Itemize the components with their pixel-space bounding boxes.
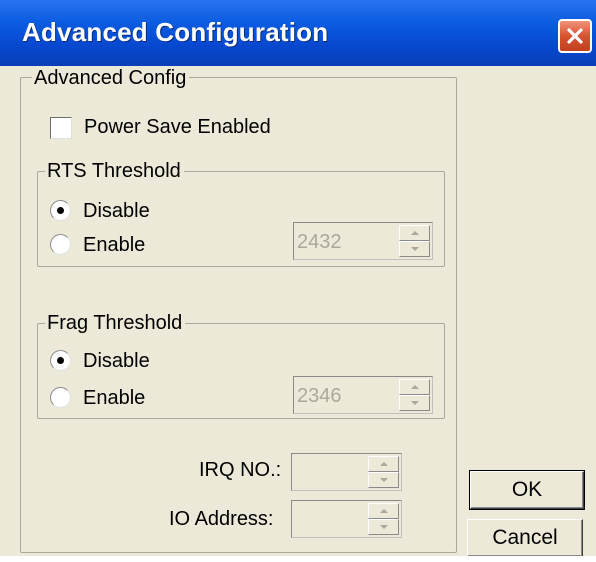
power-save-checkbox[interactable] <box>50 117 72 139</box>
arrow-down-icon <box>410 247 419 251</box>
rts-enable-radio[interactable] <box>50 234 71 255</box>
window-title: Advanced Configuration <box>22 17 329 47</box>
irq-label: IRQ NO.: <box>199 459 282 481</box>
radio-selected-dot <box>57 207 64 214</box>
advanced-config-group-label: Advanced Config <box>32 66 190 90</box>
irq-spin-up-button[interactable] <box>368 456 399 472</box>
rts-threshold-value-field[interactable]: 2432 <box>293 222 433 260</box>
arrow-down-icon <box>379 478 388 482</box>
rts-spin-down-button[interactable] <box>399 241 430 257</box>
dialog-client-area: Advanced Config Power Save Enabled RTS T… <box>0 66 596 556</box>
arrow-up-icon <box>410 231 419 235</box>
rts-threshold-value: 2432 <box>297 231 342 253</box>
frag-threshold-group-label: Frag Threshold <box>45 311 186 335</box>
io-address-label: IO Address: <box>169 508 274 530</box>
power-save-label[interactable]: Power Save Enabled <box>84 115 271 139</box>
close-button[interactable] <box>558 19 592 53</box>
irq-field[interactable] <box>291 453 402 491</box>
rts-spin-up-button[interactable] <box>399 225 430 241</box>
arrow-up-icon <box>410 385 419 389</box>
rts-threshold-group-label: RTS Threshold <box>45 159 184 183</box>
cancel-button[interactable]: Cancel <box>467 519 583 556</box>
frag-enable-label[interactable]: Enable <box>83 386 145 410</box>
close-x-icon <box>567 28 583 44</box>
rts-disable-label[interactable]: Disable <box>83 199 150 223</box>
advanced-configuration-dialog: Advanced Configuration Advanced Config P… <box>0 0 596 562</box>
frag-threshold-value-field[interactable]: 2346 <box>293 376 433 414</box>
io-spin-down-button[interactable] <box>368 519 399 535</box>
rts-enable-label[interactable]: Enable <box>83 233 145 257</box>
io-spin-up-button[interactable] <box>368 503 399 519</box>
frag-spin-down-button[interactable] <box>399 395 430 411</box>
io-address-field[interactable] <box>291 500 402 538</box>
frag-threshold-value: 2346 <box>297 385 342 407</box>
title-bar[interactable]: Advanced Configuration <box>0 0 596 66</box>
frag-spin-up-button[interactable] <box>399 379 430 395</box>
ok-button[interactable]: OK <box>469 470 585 510</box>
arrow-up-icon <box>379 509 388 513</box>
arrow-up-icon <box>379 462 388 466</box>
arrow-down-icon <box>379 525 388 529</box>
radio-selected-dot <box>57 357 64 364</box>
frag-disable-label[interactable]: Disable <box>83 349 150 373</box>
frag-disable-radio[interactable] <box>50 350 71 371</box>
arrow-down-icon <box>410 401 419 405</box>
frag-enable-radio[interactable] <box>50 387 71 408</box>
irq-spin-down-button[interactable] <box>368 472 399 488</box>
rts-disable-radio[interactable] <box>50 200 71 221</box>
